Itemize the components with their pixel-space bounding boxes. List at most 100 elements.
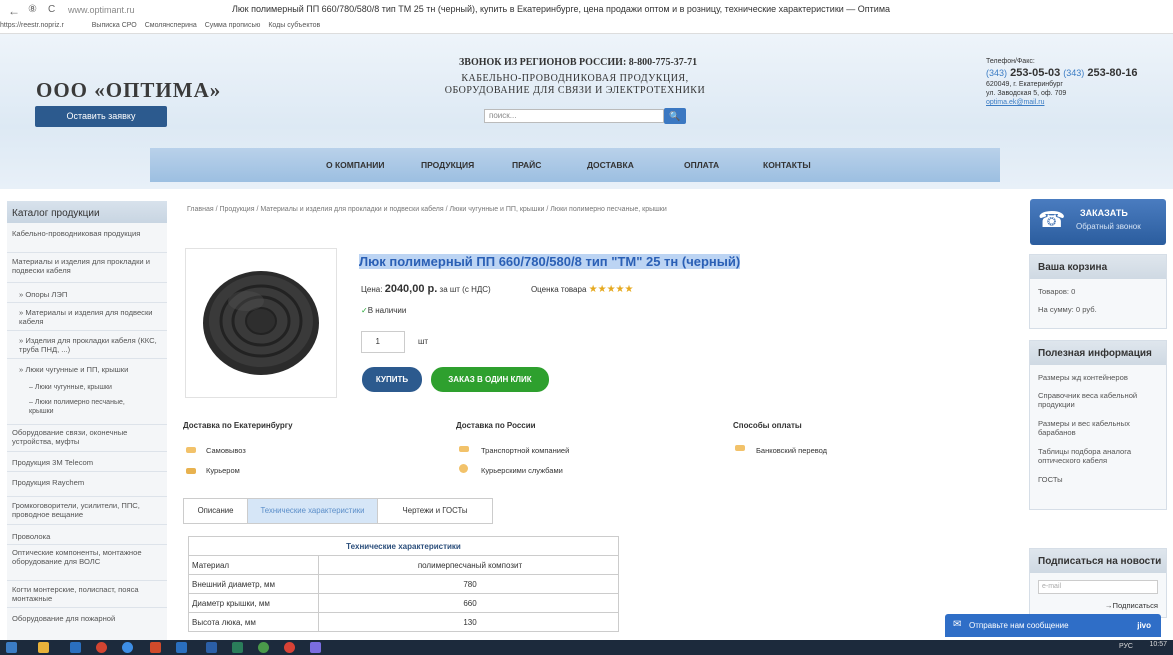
tab-specs[interactable]: Технические характеристики (248, 499, 378, 523)
catalog-item[interactable]: Оборудование связи, оконечные устройства… (12, 428, 162, 446)
cart-box: Ваша корзина Товаров: 0 На сумму: 0 руб. (1029, 254, 1167, 329)
menu-item[interactable]: ОПЛАТА (684, 160, 719, 170)
menu-item[interactable]: КОНТАКТЫ (763, 160, 811, 170)
start-icon[interactable] (6, 642, 17, 653)
region-phone: ЗВОНОК ИЗ РЕГИОНОВ РОССИИ: 8-800-775-37-… (459, 57, 698, 68)
info-link[interactable]: ГОСТы (1038, 475, 1163, 484)
bookmark[interactable]: Выписка СРО (92, 22, 137, 29)
chat-widget[interactable]: ✉ Отправьте нам сообщение jivo (945, 614, 1161, 637)
leave-request-button[interactable]: Оставить заявку (35, 106, 167, 127)
catalog-subsubitem[interactable]: – Люки полимерно песчаные, крышки (29, 398, 149, 416)
breadcrumb[interactable]: Главная / Продукция / Материалы и издели… (187, 206, 667, 213)
taskbar-app-icon[interactable] (176, 642, 187, 653)
catalog-item[interactable]: Продукция Raychem (12, 478, 162, 487)
menu-item[interactable]: ДОСТАВКА (587, 160, 634, 170)
callback-button[interactable]: ☎ ЗАКАЗАТЬ Обратный звонок (1030, 199, 1166, 245)
catalog-subsubitem[interactable]: – Люки чугунные, крышки (29, 383, 179, 392)
language-indicator[interactable]: РУС (1119, 643, 1133, 650)
back-button[interactable]: ← (8, 4, 20, 18)
phone-code: (343) (1063, 68, 1085, 78)
price-label: Цена: (361, 285, 383, 294)
catalog-item[interactable]: Громкоговорители, усилители, ППС, провод… (12, 501, 162, 519)
magnifier-icon: 🔍 (669, 111, 681, 121)
catalog-item[interactable]: Когти монтерские, полиспаст, пояса монта… (12, 585, 162, 603)
spec-name: Диаметр крышки, мм (188, 593, 319, 613)
courier-service-icon (459, 464, 468, 473)
taskbar-app-icon[interactable] (70, 642, 81, 653)
callback-title: ЗАКАЗАТЬ (1080, 208, 1128, 218)
table-row: Диаметр крышки, мм 660 (188, 593, 619, 613)
bookmark[interactable]: Сумма прописью (205, 22, 261, 29)
info-link[interactable]: Размеры жд контейнеров (1038, 373, 1163, 382)
spec-value: полимерпесчаный композит (318, 555, 619, 575)
quantity-input[interactable]: 1 (361, 331, 405, 353)
stock-status: ✓В наличии (361, 306, 407, 315)
delivery-option: Курьерскими службами (481, 466, 563, 475)
catalog-item[interactable]: Материалы и изделия для прокладки и подв… (12, 257, 162, 275)
catalog-item[interactable]: Оптические компоненты, монтажное оборудо… (12, 548, 162, 566)
buy-button[interactable]: КУПИТЬ (362, 367, 422, 392)
taskbar-app-icon[interactable] (258, 642, 269, 653)
taskbar-app-icon[interactable] (310, 642, 321, 653)
catalog-item[interactable]: Оборудование для пожарной (12, 614, 162, 623)
tab-description[interactable]: Описание (184, 499, 248, 523)
rating-label: Оценка товара (530, 285, 587, 294)
reload-button[interactable]: C (48, 4, 55, 15)
chat-text: Отправьте нам сообщение (969, 621, 1069, 630)
catalog-subitem[interactable]: » Люки чугунные и ПП, крышки (19, 365, 169, 374)
bookmarks-bar: https://reestr.nopriz.r Выписка СРО Смол… (0, 22, 1173, 34)
info-link[interactable]: Справочник веса кабельной продукции (1038, 391, 1163, 409)
delivery-option: Самовывоз (206, 446, 246, 455)
catalog-subitem[interactable]: » Опоры ЛЭП (19, 290, 169, 299)
bookmark[interactable]: Смолянсперина (145, 22, 197, 29)
search-input[interactable]: поиск... (484, 109, 664, 123)
catalog-subitem[interactable]: » Материалы и изделия для подвески кабел… (19, 308, 169, 326)
truck-icon (459, 446, 469, 452)
taskbar-app-icon[interactable] (284, 642, 295, 653)
catalog-item[interactable]: Проволока (12, 532, 162, 541)
payment-title: Способы оплаты (733, 421, 802, 430)
one-click-order-button[interactable]: ЗАКАЗ В ОДИН КЛИК (431, 367, 549, 392)
info-box: Полезная информация Размеры жд контейнер… (1029, 340, 1167, 510)
main-menu: О КОМПАНИИ ПРОДУКЦИЯ ПРАЙС ДОСТАВКА ОПЛА… (150, 148, 1000, 182)
email-link[interactable]: optima.ek@mail.ru (986, 98, 1138, 107)
bookmark[interactable]: https://reestr.nopriz.r (0, 22, 64, 29)
bookmark[interactable]: Коды субъектов (268, 22, 320, 29)
specs-header: Технические характеристики (188, 536, 619, 556)
menu-item[interactable]: ПРОДУКЦИЯ (421, 160, 474, 170)
taskbar-app-icon[interactable] (206, 642, 217, 653)
taskbar-app-icon[interactable] (96, 642, 107, 653)
phone-2: 253-80-16 (1087, 67, 1138, 79)
url-bar[interactable]: www.optimant.ru (68, 3, 198, 18)
rating-stars[interactable]: ★★★★★ (589, 284, 634, 295)
search-button[interactable]: 🔍 (664, 108, 686, 124)
spec-name: Материал (188, 555, 319, 575)
tab-drawings[interactable]: Чертежи и ГОСТы (378, 499, 492, 523)
product-image[interactable] (185, 248, 337, 398)
table-row: Материал полимерпесчаный композит (188, 555, 619, 575)
catalog-item[interactable]: Кабельно-проводниковая продукция (12, 229, 162, 238)
manhole-cover-image (203, 271, 319, 375)
taskbar-app-icon[interactable] (150, 642, 161, 653)
info-link[interactable]: Таблицы подбора аналога оптического кабе… (1038, 447, 1163, 465)
taskbar-app-icon[interactable] (38, 642, 49, 653)
email-input[interactable]: e-mail (1038, 580, 1158, 594)
taskbar-app-icon[interactable] (122, 642, 133, 653)
subscribe-link[interactable]: →Подписаться (1105, 601, 1158, 610)
os-taskbar: РУС 10:57 (0, 640, 1173, 655)
newsletter-box: Подписаться на новости e-mail →Подписать… (1029, 548, 1167, 618)
catalog-item[interactable]: Продукция 3М Telecom (12, 458, 162, 467)
info-link[interactable]: Размеры и вес кабельных барабанов (1038, 419, 1163, 437)
site-logo[interactable]: ООО «ОПТИМА» (36, 78, 221, 103)
phone-code: (343) (986, 68, 1008, 78)
home-icon[interactable]: ⑧ (28, 4, 37, 15)
menu-item[interactable]: ПРАЙС (512, 160, 541, 170)
menu-item[interactable]: О КОМПАНИИ (326, 160, 384, 170)
callback-sub: Обратный звонок (1076, 222, 1141, 231)
clock[interactable]: 10:57 (1149, 641, 1167, 648)
address-line: 620049, г. Екатеринбург (986, 81, 1063, 88)
taskbar-app-icon[interactable] (232, 642, 243, 653)
catalog-subitem[interactable]: » Изделия для прокладки кабеля (ККС, тру… (19, 336, 169, 354)
site-tagline: КАБЕЛЬНО-ПРОВОДНИКОВАЯ ПРОДУКЦИЯ, ОБОРУД… (410, 73, 740, 97)
tagline-line: КАБЕЛЬНО-ПРОВОДНИКОВАЯ ПРОДУКЦИЯ, (461, 73, 689, 84)
